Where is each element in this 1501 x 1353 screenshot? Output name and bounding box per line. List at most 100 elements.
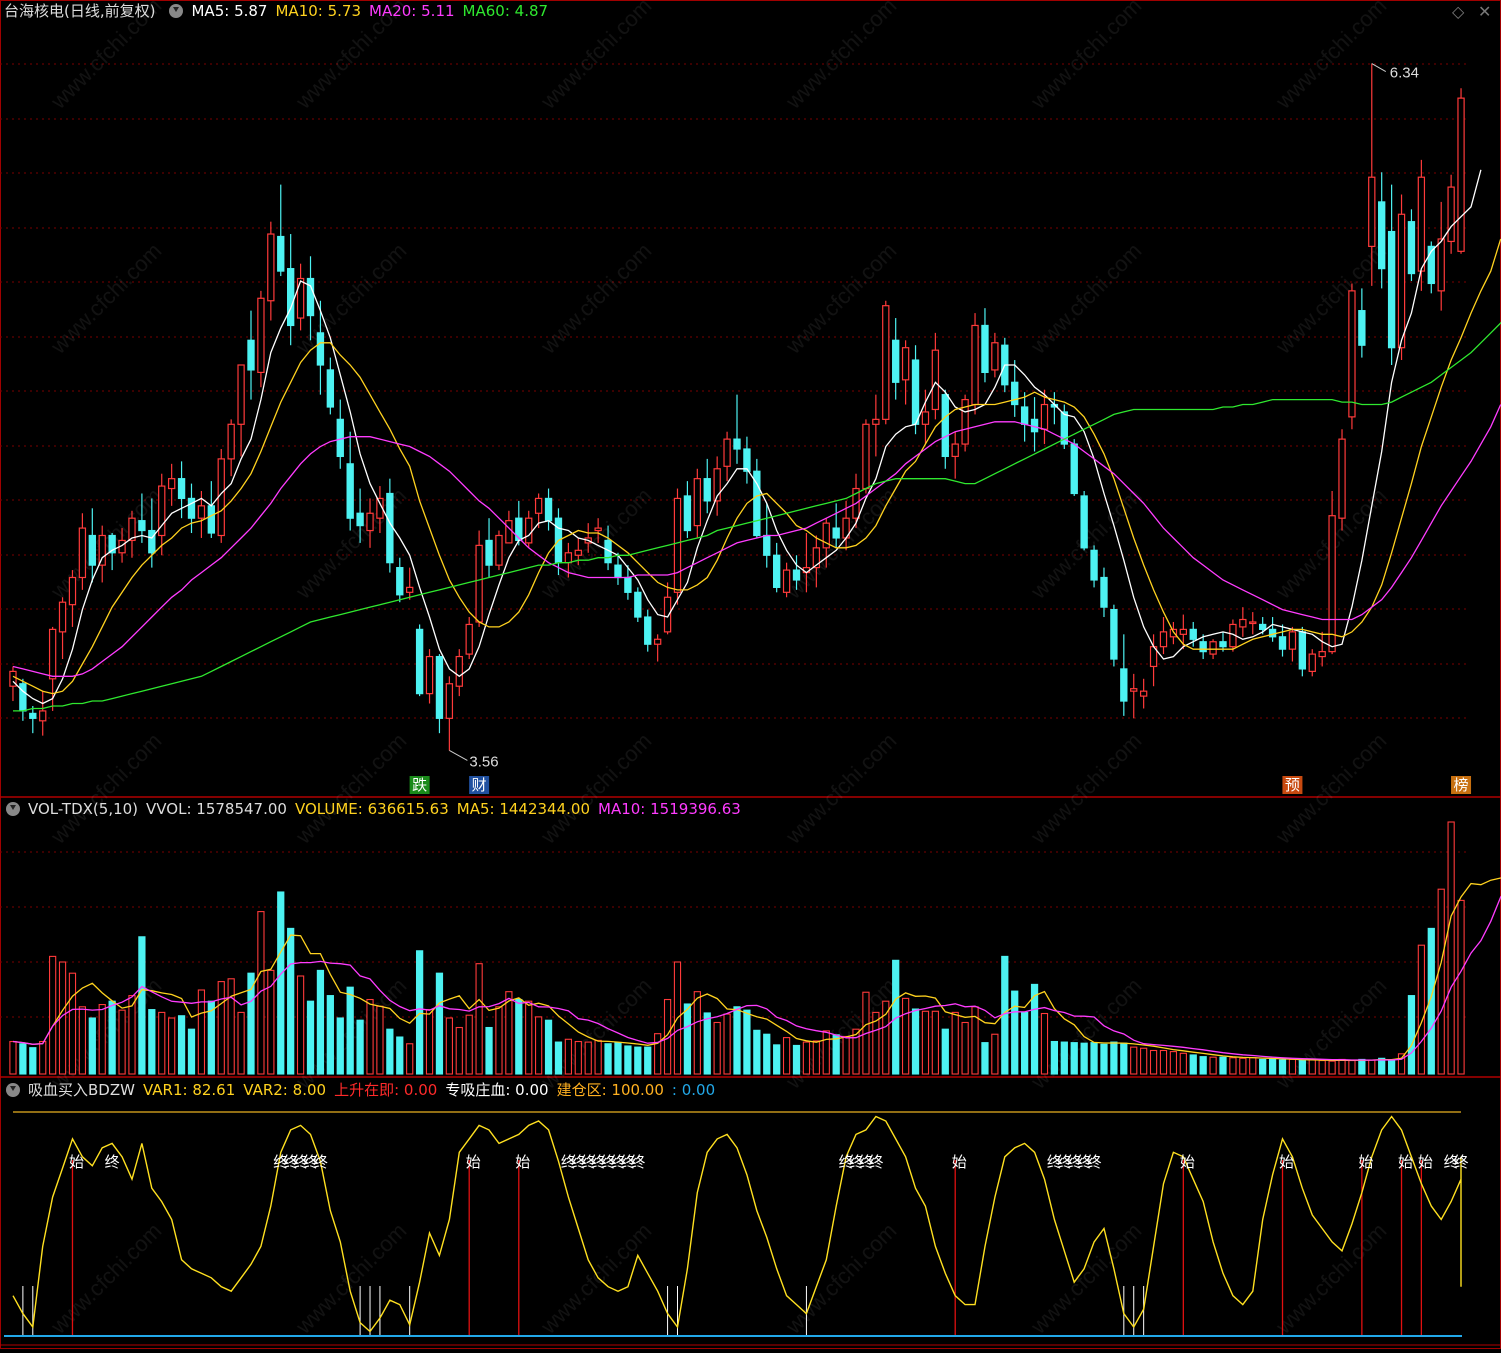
candle xyxy=(753,458,761,538)
candle xyxy=(961,394,969,452)
ma10-label: MA10: xyxy=(275,2,323,20)
volume-bar xyxy=(68,972,77,1075)
volume-bar xyxy=(88,1017,96,1075)
volume-bar xyxy=(425,1009,434,1075)
candle xyxy=(1437,201,1445,311)
volume-bar xyxy=(1239,1057,1247,1075)
candle xyxy=(991,332,999,378)
candle-body xyxy=(1120,668,1128,702)
grid-lines xyxy=(0,63,1466,1018)
volume-bar xyxy=(1407,995,1416,1075)
var1-label: VAR1: xyxy=(142,1081,188,1099)
candle xyxy=(663,582,672,635)
candle xyxy=(1060,404,1068,450)
rise-value: 0.00 xyxy=(403,1081,438,1099)
start-label: 始 xyxy=(1398,1153,1413,1171)
candle-body xyxy=(138,520,146,532)
watermark-text: www.cfchi.com xyxy=(1025,1218,1146,1339)
candle-body xyxy=(941,394,949,458)
candle xyxy=(296,263,305,331)
close-icon[interactable]: ✕ xyxy=(1478,2,1491,21)
volume-bar xyxy=(9,1040,17,1075)
start-label: 始 xyxy=(1358,1153,1373,1171)
candle-body xyxy=(1328,515,1336,653)
candle xyxy=(406,567,414,600)
ma20-value: 5.11 xyxy=(421,2,455,20)
candle-body xyxy=(792,569,801,581)
candle xyxy=(981,308,989,383)
ma20-label: MA20: xyxy=(369,2,417,20)
candle-body xyxy=(406,586,414,593)
candle xyxy=(1249,612,1257,635)
candle-body xyxy=(296,277,305,319)
candle xyxy=(1050,392,1059,425)
candle-body xyxy=(415,628,424,695)
start-label: 始 xyxy=(515,1153,530,1171)
candle xyxy=(693,468,702,538)
volume-bar xyxy=(634,1046,642,1075)
volume-bar xyxy=(911,1008,920,1075)
candle-body xyxy=(1368,176,1376,247)
candle xyxy=(1278,624,1287,657)
volume-bar xyxy=(693,991,701,1075)
build-extra-value: : 0.00 xyxy=(671,1081,716,1099)
volume-bar xyxy=(981,1042,989,1075)
candle xyxy=(1139,678,1148,709)
volume-bar xyxy=(713,1021,721,1075)
candle-body xyxy=(693,478,702,527)
candle-body xyxy=(1358,310,1366,346)
chart-stage[interactable]: www.cfchi.com www.cfchi.com www.cfchi.com w… xyxy=(0,0,1501,1349)
candle-body xyxy=(148,529,156,554)
ma5-value: 5.87 xyxy=(234,2,268,20)
candle xyxy=(1100,567,1108,618)
chart-canvas[interactable]: www.cfchi.com www.cfchi.com www.cfchi.com w… xyxy=(0,0,1501,1349)
volume-bar xyxy=(1338,1058,1346,1075)
diamond-icon[interactable]: ◇ xyxy=(1452,2,1464,21)
volume-bar xyxy=(1011,990,1019,1075)
ma10-value: 5.73 xyxy=(327,2,362,20)
candle-body xyxy=(435,655,444,719)
volume-bar xyxy=(128,995,136,1075)
watermark-text: www.cfchi.com xyxy=(780,1218,901,1339)
settings-icon[interactable] xyxy=(169,4,184,18)
vvol-label: VVOL: xyxy=(146,800,192,818)
build-label: 建仓区: xyxy=(556,1081,607,1099)
watermark-text: www.cfchi.com xyxy=(290,728,411,849)
candle-body xyxy=(257,297,265,374)
volume-bar xyxy=(138,936,146,1075)
candle xyxy=(1318,631,1326,667)
volume-bar xyxy=(1060,1041,1068,1075)
volume-settings-icon[interactable] xyxy=(6,802,20,816)
volume-bar xyxy=(951,1011,959,1075)
build-readout: 建仓区: 100.00 xyxy=(557,1081,664,1099)
absorb-value: 0.00 xyxy=(515,1081,549,1099)
start-label: 始 xyxy=(69,1153,84,1171)
end-label: 终 xyxy=(105,1153,120,1171)
volume-bar xyxy=(1189,1054,1197,1075)
candle-body xyxy=(1189,628,1197,640)
candle-body xyxy=(247,339,255,371)
candle-body xyxy=(1040,403,1049,430)
volume-bar xyxy=(29,1047,37,1075)
ma10-readout: MA10: 5.73 xyxy=(275,2,361,20)
indicator-settings-icon[interactable] xyxy=(6,1083,20,1097)
vol-ma5-label: MA5: xyxy=(456,800,495,818)
candle xyxy=(1011,360,1019,417)
candle xyxy=(544,488,553,531)
volume-bar xyxy=(356,1019,364,1075)
candle-body xyxy=(386,492,394,564)
volume-bar xyxy=(217,981,225,1075)
volume-bar xyxy=(842,1035,850,1075)
candle xyxy=(872,394,880,457)
candle xyxy=(128,510,136,558)
rise-label: 上升在即: xyxy=(334,1081,400,1099)
candle-body xyxy=(1100,576,1108,608)
vol-ma5-readout: MA5: 1442344.00 xyxy=(457,800,590,818)
volume-bar xyxy=(455,1026,463,1075)
candle xyxy=(1080,491,1088,551)
volume-bar xyxy=(485,1026,493,1075)
candle xyxy=(1308,649,1316,677)
candle-body xyxy=(673,497,682,593)
candle-body xyxy=(1020,406,1029,425)
candle-body xyxy=(29,712,37,719)
